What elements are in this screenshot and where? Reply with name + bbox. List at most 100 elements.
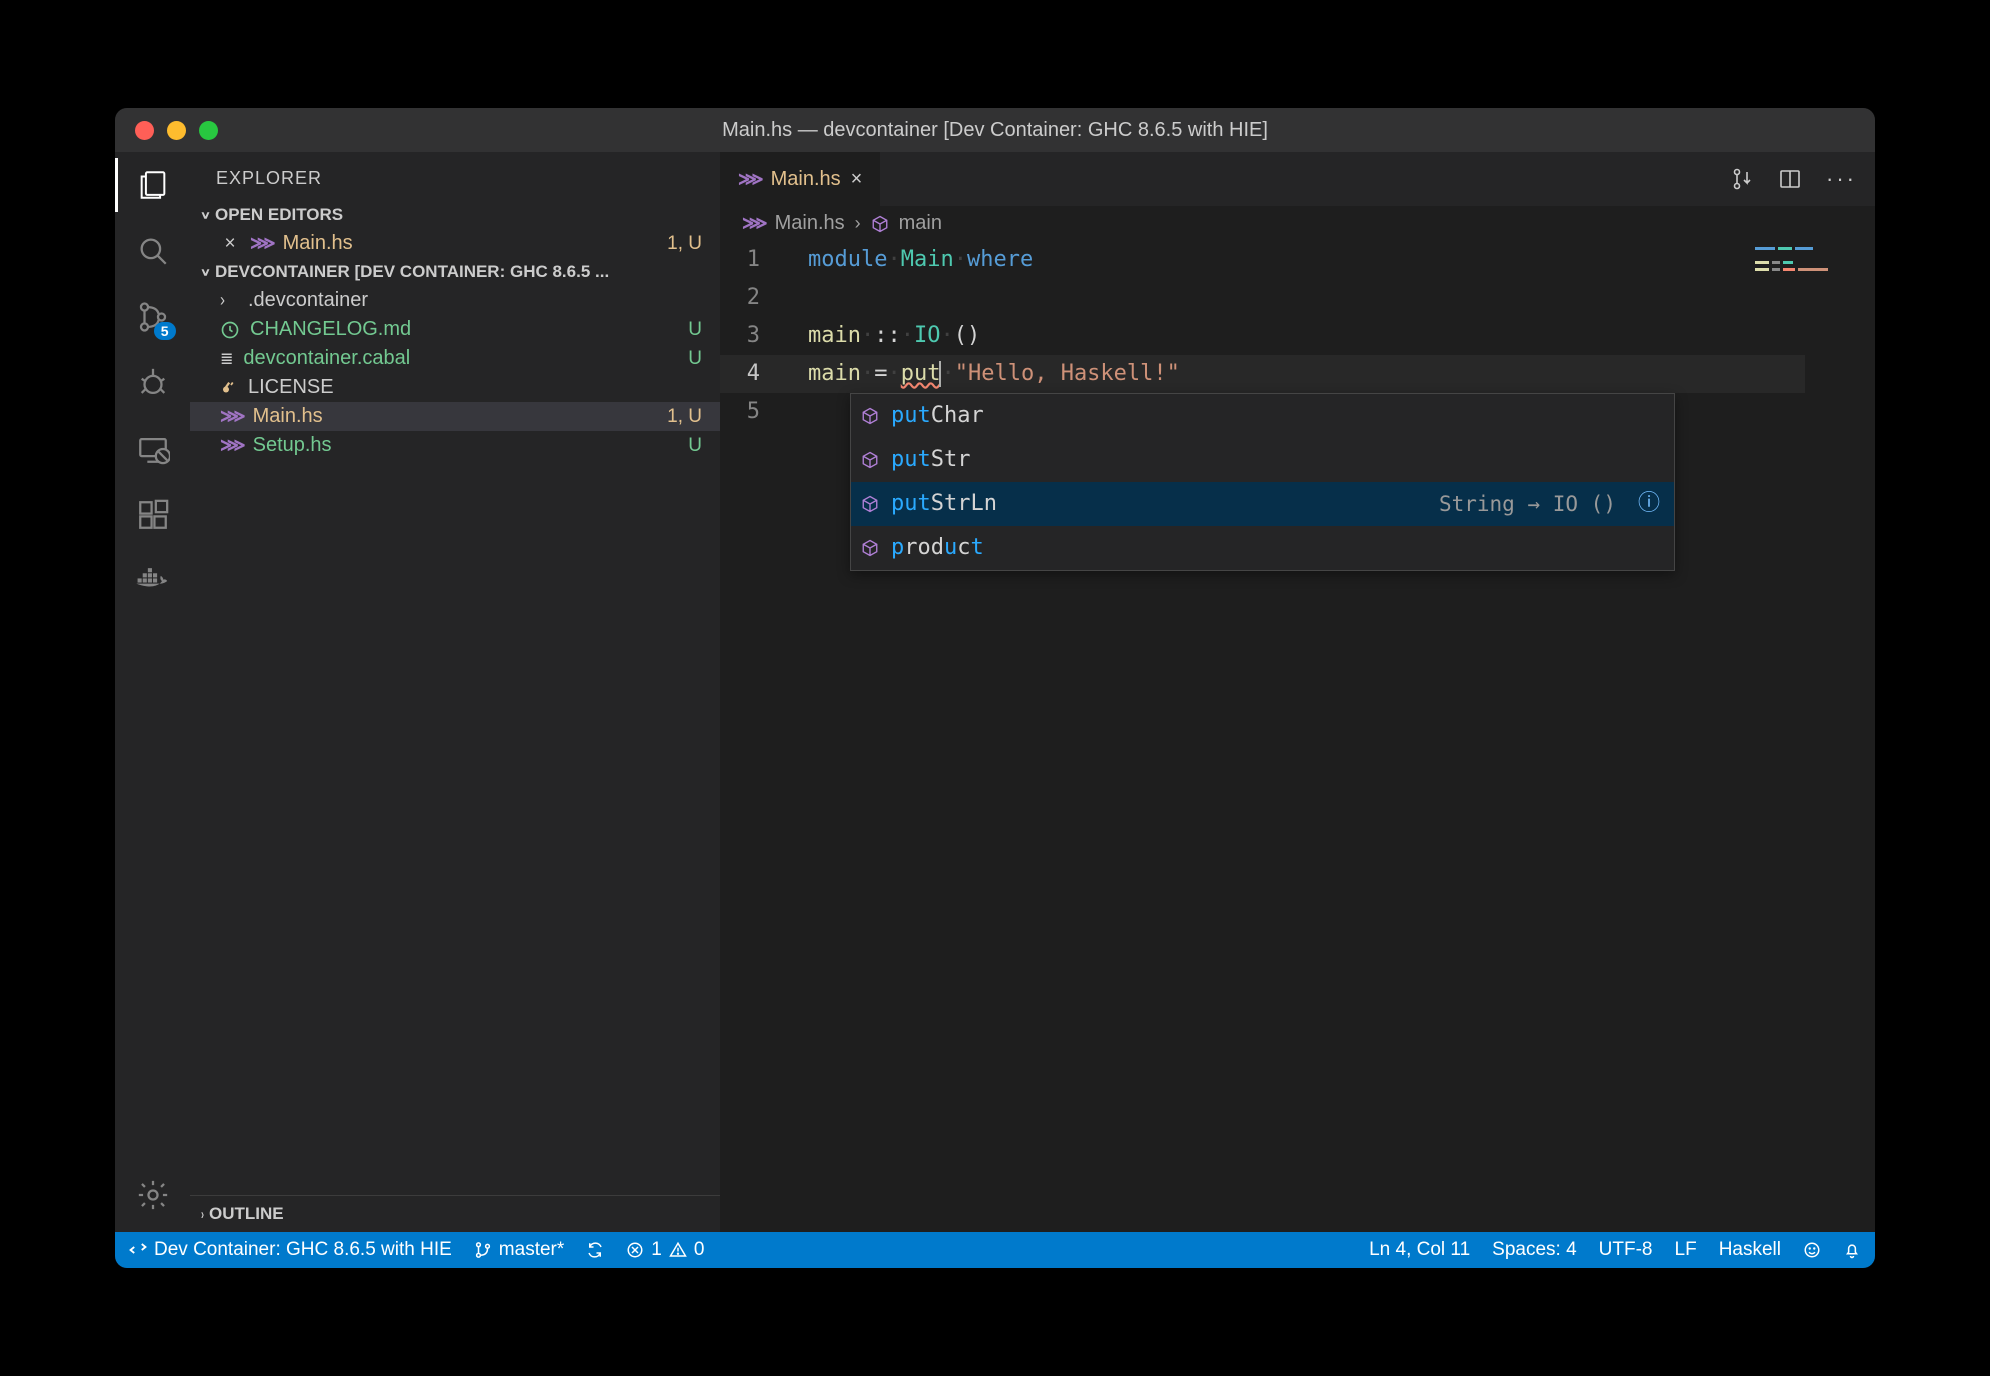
chevron-down-icon: ∨ <box>200 209 211 222</box>
cursor-position[interactable]: Ln 4, Col 11 <box>1369 1239 1470 1261</box>
breadcrumb[interactable]: ⋙ Main.hs › main <box>720 206 1875 241</box>
sidebar: EXPLORER ∨ OPEN EDITORS × ⋙ Main.hs 1, U… <box>190 152 720 1232</box>
source-control-icon[interactable]: 5 <box>134 298 172 336</box>
symbol-icon <box>861 407 879 425</box>
line-number: 1 <box>720 241 790 279</box>
indentation[interactable]: Spaces: 4 <box>1492 1239 1577 1261</box>
compare-changes-icon[interactable] <box>1730 167 1754 191</box>
window-title: Main.hs — devcontainer [Dev Container: G… <box>722 119 1268 142</box>
file-name: CHANGELOG.md <box>250 318 411 341</box>
git-branch[interactable]: master* <box>474 1239 564 1261</box>
maximize-window-button[interactable] <box>199 121 218 140</box>
status-bar: Dev Container: GHC 8.6.5 with HIE master… <box>115 1232 1875 1268</box>
file-row[interactable]: ≣ devcontainer.cabal U <box>190 344 720 373</box>
error-count: 1 <box>651 1239 662 1261</box>
code-editor[interactable]: 1 2 3 4 5 module·Main·where main·::·IO·(… <box>720 241 1875 1232</box>
line-number: 4 <box>720 355 790 393</box>
open-editors-label: OPEN EDITORS <box>215 205 343 225</box>
line-number: 5 <box>720 393 790 431</box>
traffic-lights <box>115 121 218 140</box>
code-line: main·=·put·"Hello, Haskell!" <box>808 355 1180 393</box>
search-icon[interactable] <box>134 232 172 270</box>
remote-label: Dev Container: GHC 8.6.5 with HIE <box>154 1239 452 1261</box>
titlebar: Main.hs — devcontainer [Dev Container: G… <box>115 108 1875 152</box>
breadcrumb-symbol: main <box>899 212 942 235</box>
extensions-icon[interactable] <box>134 496 172 534</box>
haskell-file-icon: ⋙ <box>738 169 761 190</box>
settings-gear-icon[interactable] <box>134 1176 172 1214</box>
workspace-label: DEVCONTAINER [DEV CONTAINER: GHC 8.6.5 .… <box>215 262 609 282</box>
file-row[interactable]: LICENSE <box>190 373 720 402</box>
debug-icon[interactable] <box>134 364 172 402</box>
more-actions-icon[interactable]: ··· <box>1826 166 1857 192</box>
branch-name: master* <box>499 1239 564 1261</box>
minimap[interactable] <box>1755 247 1865 277</box>
chevron-down-icon: ∨ <box>200 266 211 279</box>
close-icon[interactable]: × <box>220 233 240 255</box>
activity-bar: 5 <box>115 152 190 1232</box>
file-name: Main.hs <box>253 405 323 428</box>
haskell-file-icon: ⋙ <box>220 435 243 456</box>
symbol-icon <box>871 215 889 233</box>
symbol-icon <box>861 451 879 469</box>
haskell-file-icon: ⋙ <box>220 406 243 427</box>
tab-main-hs[interactable]: ⋙ Main.hs × <box>720 152 881 206</box>
file-row[interactable]: ⋙ Main.hs 1, U <box>190 402 720 431</box>
chevron-right-icon: › <box>220 290 238 310</box>
line-number: 2 <box>720 279 790 317</box>
explorer-icon[interactable] <box>134 166 172 204</box>
open-editor-filename: Main.hs <box>283 232 353 255</box>
open-editors-header[interactable]: ∨ OPEN EDITORS <box>190 201 720 229</box>
tabbar-actions: ··· <box>1730 152 1875 206</box>
info-icon[interactable]: ⓘ <box>1638 484 1660 524</box>
language-mode[interactable]: Haskell <box>1719 1239 1781 1261</box>
file-status: U <box>688 348 702 370</box>
file-name: LICENSE <box>248 376 334 399</box>
suggest-item-selected[interactable]: putStrLn String → IO () ⓘ <box>851 482 1674 526</box>
license-icon <box>220 379 238 397</box>
remote-indicator[interactable]: Dev Container: GHC 8.6.5 with HIE <box>129 1239 452 1261</box>
workspace-header[interactable]: ∨ DEVCONTAINER [DEV CONTAINER: GHC 8.6.5… <box>190 258 720 286</box>
generic-file-icon: ≣ <box>220 349 233 369</box>
editor-area: ⋙ Main.hs × ··· ⋙ Main.hs › <box>720 152 1875 1232</box>
folder-name: .devcontainer <box>248 289 368 312</box>
suggest-detail: String → IO () <box>1439 484 1616 524</box>
sync-button[interactable] <box>586 1241 604 1259</box>
file-status: U <box>688 435 702 457</box>
line-number: 3 <box>720 317 790 355</box>
minimize-window-button[interactable] <box>167 121 186 140</box>
eol[interactable]: LF <box>1675 1239 1697 1261</box>
symbol-icon <box>861 495 879 513</box>
docker-icon[interactable] <box>134 562 172 600</box>
remote-explorer-icon[interactable] <box>134 430 172 468</box>
outline-label: OUTLINE <box>209 1204 284 1224</box>
file-name: devcontainer.cabal <box>243 347 410 370</box>
file-row[interactable]: CHANGELOG.md U <box>190 315 720 344</box>
feedback-icon[interactable] <box>1803 1241 1821 1259</box>
split-editor-icon[interactable] <box>1778 167 1802 191</box>
file-status: 1, U <box>667 406 702 428</box>
suggest-item[interactable]: putStr <box>851 438 1674 482</box>
folder-row[interactable]: › .devcontainer <box>190 286 720 315</box>
symbol-icon <box>861 539 879 557</box>
close-icon[interactable]: × <box>851 168 863 191</box>
haskell-file-icon: ⋙ <box>250 233 273 254</box>
suggest-item[interactable]: putChar <box>851 394 1674 438</box>
close-window-button[interactable] <box>135 121 154 140</box>
open-editor-status: 1, U <box>667 233 702 255</box>
outline-header[interactable]: › OUTLINE <box>190 1195 720 1232</box>
file-status: U <box>688 319 702 341</box>
problems-indicator[interactable]: 1 0 <box>626 1239 704 1261</box>
suggest-item[interactable]: product <box>851 526 1674 570</box>
scm-badge: 5 <box>154 322 176 340</box>
file-row[interactable]: ⋙ Setup.hs U <box>190 431 720 460</box>
notifications-icon[interactable] <box>1843 1241 1861 1259</box>
encoding[interactable]: UTF-8 <box>1599 1239 1653 1261</box>
open-editor-item[interactable]: × ⋙ Main.hs 1, U <box>190 229 720 258</box>
intellisense-suggest[interactable]: putChar putStr putStrLn String → IO () ⓘ <box>850 393 1675 571</box>
changelog-icon <box>220 320 240 340</box>
tab-bar: ⋙ Main.hs × ··· <box>720 152 1875 206</box>
tab-label: Main.hs <box>771 168 841 191</box>
warning-count: 0 <box>694 1239 705 1261</box>
sidebar-title: EXPLORER <box>190 152 720 201</box>
